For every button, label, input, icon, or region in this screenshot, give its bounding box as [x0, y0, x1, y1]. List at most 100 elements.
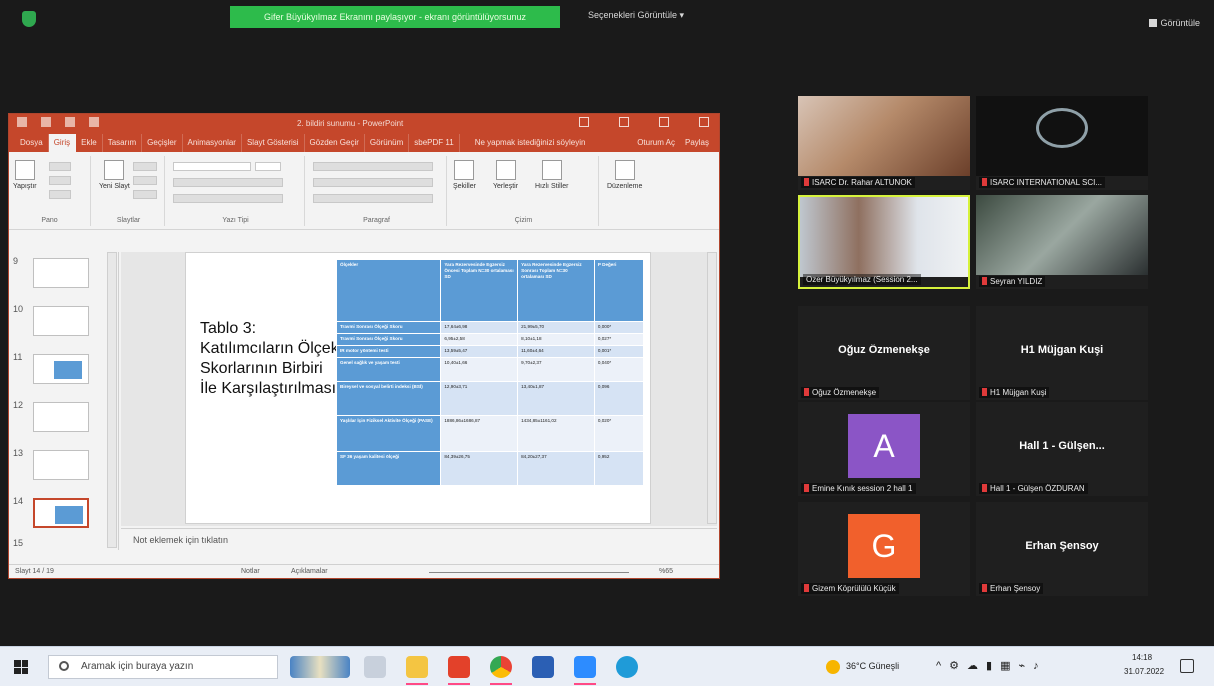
font-name-select[interactable]	[173, 162, 251, 171]
task-view-icon[interactable]	[364, 656, 386, 678]
thumbnail-slide-12[interactable]: 12	[9, 400, 109, 432]
share-button[interactable]: Paylaş	[680, 134, 719, 152]
notes-button[interactable]: Notlar	[241, 568, 260, 575]
thumbnail-image-selected	[33, 498, 89, 528]
editor-scrollbar[interactable]	[707, 252, 717, 524]
tab-review[interactable]: Gözden Geçir	[305, 134, 365, 152]
ppt-file-title: 2. bildiri sunumu - PowerPoint	[297, 119, 404, 128]
tab-sbepdf[interactable]: sbePDF 11	[409, 134, 460, 152]
participant-tile[interactable]: H1 Müjgan Kuşi H1 Müjgan Kuşi	[976, 306, 1148, 400]
undo-icon[interactable]	[41, 117, 51, 127]
shapes-button[interactable]: Şekiller	[453, 160, 476, 190]
participant-name-text: ISARC Dr. Rahar ALTUNOK	[812, 178, 912, 187]
thumbnail-slide-14[interactable]: 14	[9, 496, 109, 528]
thumbnail-slide-10[interactable]: 10	[9, 304, 109, 336]
alignment-buttons[interactable]	[313, 194, 433, 203]
copy-icon[interactable]	[49, 176, 71, 185]
thumbnail-slide-15[interactable]: 15	[9, 538, 109, 550]
thumbnail-number: 9	[13, 256, 19, 266]
start-button[interactable]	[14, 660, 28, 674]
security-shield-icon[interactable]	[22, 11, 36, 27]
table-header-cell: Yara Rezervesinde Egzersiz Öncesi Toplam…	[440, 259, 519, 322]
notification-icon[interactable]	[1180, 659, 1194, 673]
arrange-button[interactable]: Yerleştir	[493, 160, 518, 190]
reset-icon[interactable]	[133, 176, 157, 185]
file-explorer-icon[interactable]	[406, 656, 428, 678]
close-icon[interactable]	[699, 117, 709, 127]
font-color-buttons[interactable]	[173, 194, 283, 203]
slide-canvas[interactable]: Tablo 3: Katılımcıların Ölçek Skorlarını…	[185, 252, 651, 524]
view-mode-button[interactable]: Görüntüle	[1149, 18, 1200, 28]
save-icon[interactable]	[17, 117, 27, 127]
tab-file[interactable]: Dosya	[15, 134, 49, 152]
format-painter-icon[interactable]	[49, 190, 71, 199]
participant-tile[interactable]: G Gizem Köprülülü Küçük	[798, 502, 970, 596]
clock-time[interactable]: 14:18	[1132, 653, 1152, 662]
thumbnail-scrollbar[interactable]	[107, 252, 117, 548]
text-direction-buttons[interactable]	[313, 178, 433, 187]
tab-design[interactable]: Tasarım	[103, 134, 143, 152]
tab-home[interactable]: Giriş	[48, 134, 77, 152]
tab-slideshow[interactable]: Slayt Gösterisi	[242, 134, 305, 152]
font-group-label: Yazı Tipi	[222, 217, 249, 224]
edge-icon[interactable]	[616, 656, 638, 678]
redo-icon[interactable]	[65, 117, 75, 127]
office-icon[interactable]	[448, 656, 470, 678]
participant-tile[interactable]: Oğuz Özmenekşe Oğuz Özmenekşe	[798, 306, 970, 400]
clock-date[interactable]: 31.07.2022	[1124, 667, 1164, 676]
word-icon[interactable]	[532, 656, 554, 678]
ppt-status-bar: Slayt 14 / 19 Notlar Açıklamalar %65	[9, 564, 719, 578]
minimize-icon[interactable]	[619, 117, 629, 127]
sign-in-link[interactable]: Oturum Aç	[632, 134, 680, 152]
slide-thumbnail-pane: 9 10 11 12 13 14 15	[9, 252, 119, 550]
participant-tile[interactable]: Erhan Şensoy Erhan Şensoy	[976, 502, 1148, 596]
zoom-app-icon[interactable]	[574, 656, 596, 678]
editing-button[interactable]: Düzenleme	[607, 160, 642, 190]
active-indicator	[448, 683, 470, 685]
tray-icons[interactable]: ^⚙☁▮▦⌁♪	[936, 659, 1047, 672]
new-slide-button[interactable]: Yeni Slayt	[99, 160, 130, 190]
font-format-buttons[interactable]	[173, 178, 283, 187]
zoom-level[interactable]: %65	[659, 568, 673, 575]
layout-icon[interactable]	[133, 162, 157, 171]
paste-button[interactable]: Yapıştır	[13, 160, 37, 190]
comments-button[interactable]: Açıklamalar	[291, 568, 328, 575]
news-widget-icon[interactable]	[290, 656, 350, 678]
thumbnail-slide-9[interactable]: 9	[9, 256, 109, 288]
participant-tile[interactable]: A Emine Kınık session 2 hall 1	[798, 402, 970, 496]
thumbnail-number: 14	[13, 496, 24, 506]
tab-transitions[interactable]: Geçişler	[142, 134, 183, 152]
table-header-row: Ölçekler Yara Rezervesinde Egzersiz Önce…	[335, 259, 645, 322]
participant-tile[interactable]: Hall 1 - Gülşen... Hall 1 - Gülşen ÖZDUR…	[976, 402, 1148, 496]
view-options-button[interactable]: Seçenekleri Görüntüle ▾	[588, 10, 684, 21]
tab-view[interactable]: Görünüm	[365, 134, 410, 152]
zoom-slider[interactable]	[429, 572, 629, 573]
font-size-select[interactable]	[255, 162, 281, 171]
participant-tile-speaking[interactable]: Ozer Büyükyılmaz (Session 2...	[798, 195, 970, 289]
slide-title[interactable]: Tablo 3: Katılımcıların Ölçek Skorlarını…	[200, 319, 340, 399]
ribbon-display-icon[interactable]	[579, 117, 589, 127]
tab-animations[interactable]: Animasyonlar	[183, 134, 242, 152]
tell-me-search[interactable]: Ne yapmak istediğinizi söyleyin	[470, 134, 591, 152]
cut-icon[interactable]	[49, 162, 71, 171]
participant-tile[interactable]: Seyran YILDIZ	[976, 195, 1148, 289]
section-icon[interactable]	[133, 190, 157, 199]
table-cell: 21,99±5,70	[517, 321, 595, 334]
weather-text[interactable]: 36°C Güneşli	[846, 661, 899, 671]
search-placeholder: Aramak için buraya yazın	[81, 661, 194, 672]
maximize-icon[interactable]	[659, 117, 669, 127]
weather-sun-icon[interactable]	[826, 660, 840, 674]
tab-insert[interactable]: Ekle	[76, 134, 103, 152]
participant-tile[interactable]: ISARC Dr. Rahar ALTUNOK	[798, 96, 970, 190]
participant-tile[interactable]: ISARC INTERNATIONAL SCI...	[976, 96, 1148, 190]
participant-name-text: Ozer Büyükyılmaz (Session 2...	[806, 275, 918, 284]
taskbar-search[interactable]: Aramak için buraya yazın	[48, 655, 278, 679]
notes-pane[interactable]: Not eklemek için tıklatın	[121, 528, 717, 550]
thumbnail-slide-13[interactable]: 13	[9, 448, 109, 480]
quick-styles-button[interactable]: Hızlı Stiller	[535, 160, 568, 190]
start-slideshow-icon[interactable]	[89, 117, 99, 127]
thumbnail-slide-11[interactable]: 11	[9, 352, 109, 384]
list-buttons[interactable]	[313, 162, 433, 171]
comparison-table[interactable]: Ölçekler Yara Rezervesinde Egzersiz Önce…	[335, 259, 645, 486]
chrome-icon[interactable]	[490, 656, 512, 678]
